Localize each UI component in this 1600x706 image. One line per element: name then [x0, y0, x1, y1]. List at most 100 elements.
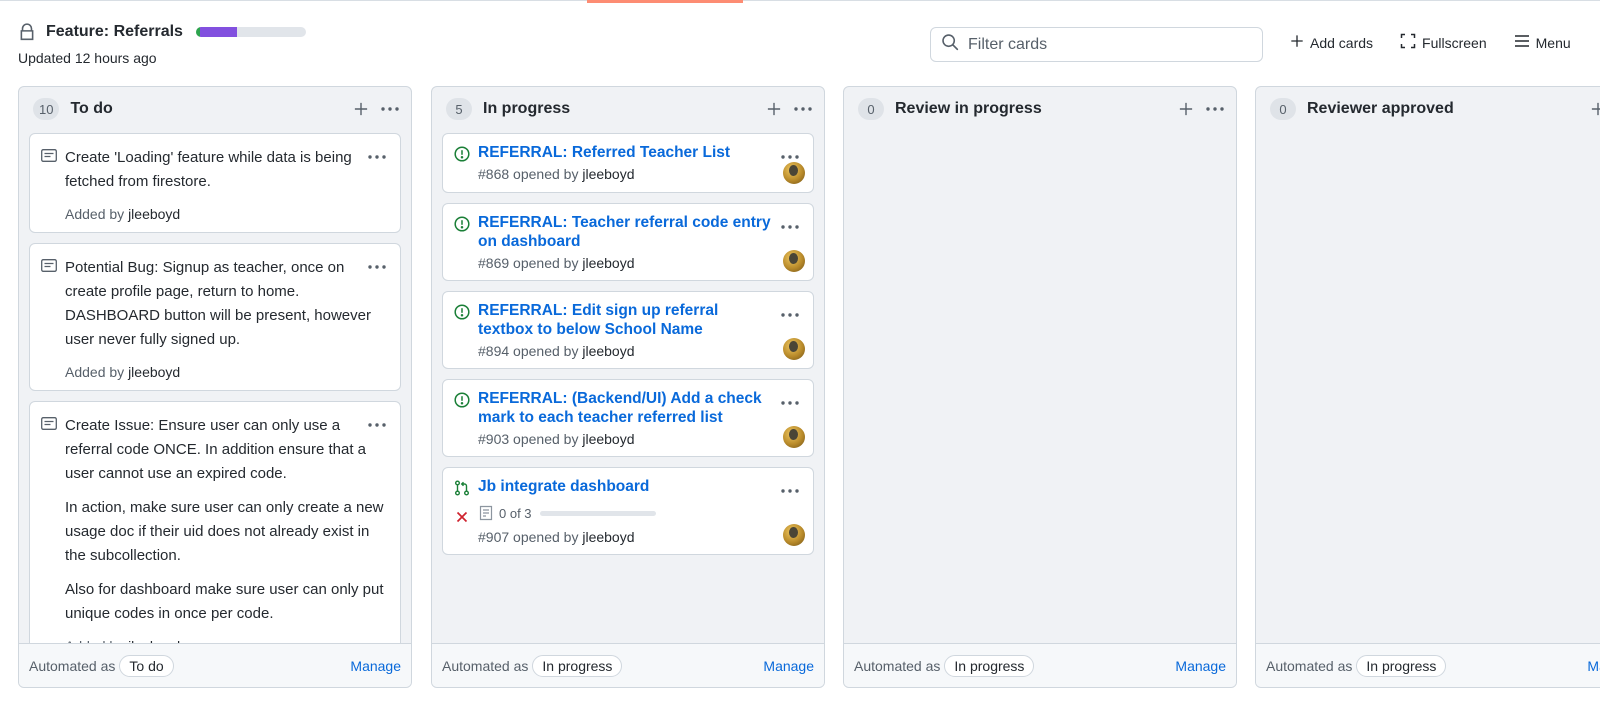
issue-title-link[interactable]: REFERRAL: Teacher referral code entry on…: [478, 213, 773, 251]
open-issue-icon: [454, 216, 470, 237]
card-menu-dots-icon[interactable]: [368, 146, 386, 164]
lock-icon: [18, 23, 36, 41]
checklist-icon: [478, 505, 494, 521]
issue-card[interactable]: REFERRAL: Referred Teacher List #868 ope…: [442, 133, 814, 193]
failing-checks-x-icon[interactable]: [456, 510, 468, 528]
pull-request-title-link[interactable]: Jb integrate dashboard: [478, 477, 773, 496]
manage-automation-link[interactable]: Manage: [1175, 658, 1226, 674]
column-header: 5 In progress: [432, 87, 824, 131]
avatar[interactable]: [783, 250, 805, 272]
add-card-plus-icon[interactable]: [1591, 102, 1600, 116]
issue-author[interactable]: jleeboyd: [582, 431, 634, 447]
card-menu-dots-icon[interactable]: [781, 392, 799, 410]
note-icon: [41, 259, 57, 277]
column-menu-dots-icon[interactable]: [794, 107, 812, 111]
column-menu-dots-icon[interactable]: [1206, 107, 1224, 111]
note-card[interactable]: Potential Bug: Signup as teacher, once o…: [29, 243, 401, 391]
updated-timestamp: Updated 12 hours ago: [18, 50, 157, 66]
card-menu-dots-icon[interactable]: [781, 480, 799, 498]
filter-cards-box[interactable]: [930, 27, 1263, 62]
column-card-count: 0: [858, 98, 884, 120]
column-reviewer-approved: 0 Reviewer approved Automated as In prog…: [1255, 86, 1600, 688]
issue-author[interactable]: jleeboyd: [582, 343, 634, 359]
column-header: 10 To do: [19, 87, 411, 131]
add-cards-label: Add cards: [1310, 34, 1374, 51]
column-title: Reviewer approved: [1307, 100, 1454, 117]
automated-label: Automated as: [1266, 657, 1353, 674]
column-footer: Automated as To do Manage: [19, 643, 411, 687]
search-icon: [941, 33, 959, 56]
automated-label: Automated as: [29, 657, 116, 674]
note-card[interactable]: Create 'Loading' feature while data is b…: [29, 133, 401, 233]
column-footer: Automated as In progress Manage: [432, 643, 824, 687]
project-header: Feature: Referrals Updated 12 hours ago: [18, 20, 306, 66]
fullscreen-button[interactable]: Fullscreen: [1400, 33, 1487, 52]
avatar[interactable]: [783, 338, 805, 360]
column-card-count: 0: [1270, 98, 1296, 120]
add-cards-button[interactable]: Add cards: [1290, 34, 1373, 51]
issue-card[interactable]: REFERRAL: Teacher referral code entry on…: [442, 203, 814, 281]
menu-label: Menu: [1535, 34, 1571, 51]
automation-badge: To do: [119, 654, 174, 677]
checklist-count: 0 of 3: [499, 505, 532, 521]
issue-card[interactable]: REFERRAL: Edit sign up referral textbox …: [442, 291, 814, 369]
note-author[interactable]: jleeboyd: [128, 364, 180, 380]
project-progress-bar: [195, 27, 306, 37]
column-header: 0 Review in progress: [844, 87, 1236, 131]
card-menu-dots-icon[interactable]: [368, 414, 386, 432]
pull-request-card[interactable]: Jb integrate dashboard 0 of 3 #907 opene…: [442, 467, 814, 555]
issue-meta: #894 opened by jleeboyd: [478, 343, 635, 359]
note-text: Create Issue: Ensure user can only use a…: [65, 417, 366, 482]
column-to-do: 10 To do Create 'Loading' feature while …: [18, 86, 412, 688]
fullscreen-icon: [1400, 33, 1422, 52]
manage-automation-link[interactable]: Manage: [350, 658, 401, 674]
manage-automation-link[interactable]: Manage: [763, 658, 814, 674]
note-author[interactable]: jleeboyd: [128, 206, 180, 222]
card-menu-dots-icon[interactable]: [781, 304, 799, 322]
issue-title-link[interactable]: REFERRAL: Referred Teacher List: [478, 143, 773, 162]
note-added-by: Added by jleeboyd: [65, 364, 181, 380]
add-card-plus-icon[interactable]: [767, 102, 781, 116]
fullscreen-label: Fullscreen: [1422, 34, 1487, 51]
avatar[interactable]: [783, 524, 805, 546]
open-issue-icon: [454, 392, 470, 413]
avatar[interactable]: [783, 426, 805, 448]
pull-request-meta: #907 opened by jleeboyd: [478, 529, 635, 545]
note-icon: [41, 149, 57, 167]
project-title: Feature: Referrals: [46, 23, 183, 40]
issue-title-link[interactable]: REFERRAL: Edit sign up referral textbox …: [478, 301, 773, 339]
add-card-plus-icon[interactable]: [354, 102, 368, 116]
pull-request-author[interactable]: jleeboyd: [582, 529, 634, 545]
open-issue-icon: [454, 146, 470, 167]
task-checklist: 0 of 3: [478, 505, 773, 521]
manage-automation-link[interactable]: Manage: [1587, 658, 1600, 674]
card-menu-dots-icon[interactable]: [781, 216, 799, 234]
column-card-count: 5: [446, 98, 472, 120]
issue-meta: #868 opened by jleeboyd: [478, 166, 635, 182]
note-text: In action, make sure user can only creat…: [65, 499, 384, 564]
menu-button[interactable]: Menu: [1514, 34, 1571, 51]
issue-title-link[interactable]: REFERRAL: (Backend/UI) Add a check mark …: [478, 389, 773, 427]
note-text: Also for dashboard make sure user can on…: [65, 581, 384, 622]
issue-card[interactable]: REFERRAL: (Backend/UI) Add a check mark …: [442, 379, 814, 457]
pull-request-icon: [454, 480, 470, 501]
issue-author[interactable]: jleeboyd: [582, 166, 634, 182]
column-menu-dots-icon[interactable]: [381, 107, 399, 111]
note-icon: [41, 417, 57, 435]
automated-label: Automated as: [442, 657, 529, 674]
hamburger-icon: [1514, 34, 1536, 51]
card-menu-dots-icon[interactable]: [368, 256, 386, 274]
add-card-plus-icon[interactable]: [1179, 102, 1193, 116]
note-card[interactable]: Create Issue: Ensure user can only use a…: [29, 401, 401, 665]
progress-in-progress-segment: [200, 27, 237, 37]
note-added-by: Added by jleeboyd: [65, 206, 181, 222]
filter-cards-input[interactable]: [968, 35, 1248, 54]
issue-author[interactable]: jleeboyd: [582, 255, 634, 271]
issue-meta: #869 opened by jleeboyd: [478, 255, 635, 271]
checklist-progress-bar: [539, 510, 656, 516]
column-card-count: 10: [33, 98, 60, 120]
column-title: In progress: [483, 100, 571, 117]
column-title: To do: [70, 100, 113, 117]
note-text: Potential Bug: Signup as teacher, once o…: [65, 259, 371, 348]
avatar[interactable]: [783, 162, 805, 184]
